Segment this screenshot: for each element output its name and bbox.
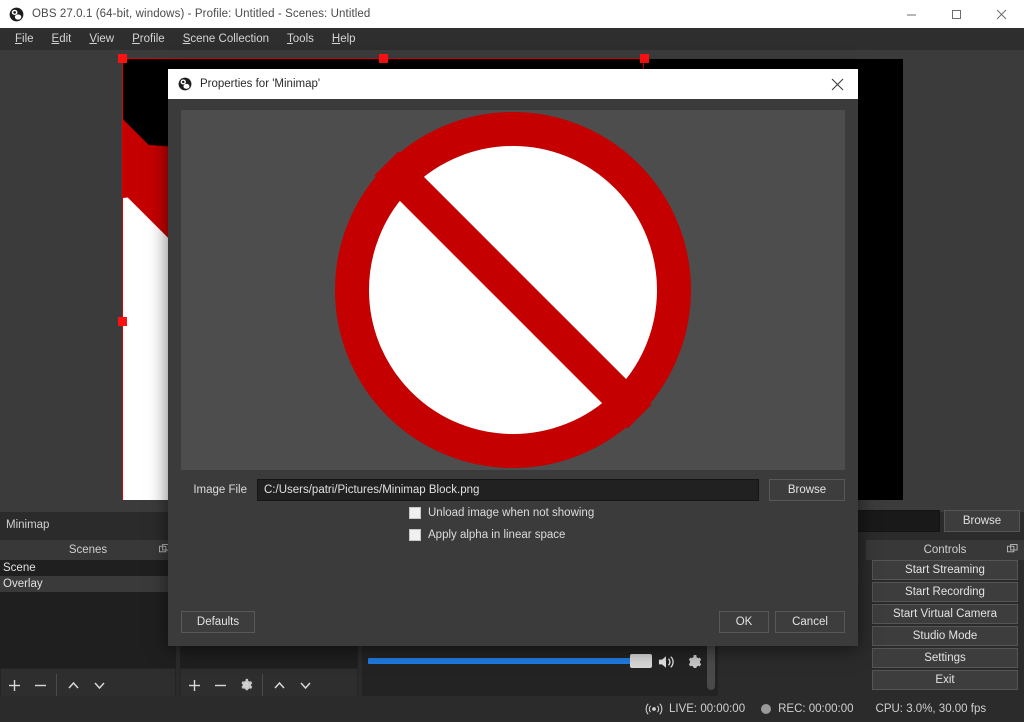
handle-middle-left[interactable] [118,317,127,326]
obs-logo-icon [9,7,24,22]
record-dot-icon [761,704,771,714]
dialog-close-button[interactable] [816,69,858,99]
volume-slider-handle[interactable] [630,654,652,668]
image-file-row: Image File C:/Users/patri/Pictures/Minim… [181,479,845,501]
start-streaming-button[interactable]: Start Streaming [872,560,1018,580]
cancel-button[interactable]: Cancel [775,611,845,633]
broadcast-icon [645,702,663,716]
scene-label: Scene [3,562,36,574]
menu-edit[interactable]: Edit [43,30,81,48]
menu-view[interactable]: View [80,30,123,48]
apply-alpha-checkbox-row[interactable]: Apply alpha in linear space [409,529,565,541]
window-controls [889,0,1024,28]
live-status: LIVE: 00:00:00 [645,702,745,716]
toolbar-divider [262,674,263,696]
controls-dock-title: Controls [924,544,967,556]
menu-tools[interactable]: Tools [278,30,323,48]
start-recording-button[interactable]: Start Recording [872,582,1018,602]
apply-alpha-checkbox[interactable] [409,529,421,541]
handle-top-center[interactable] [379,54,388,63]
mixer-settings-gear-icon[interactable] [686,654,702,670]
studio-mode-button[interactable]: Studio Mode [872,626,1018,646]
image-preview [181,110,845,470]
rec-status: REC: 00:00:00 [761,703,853,715]
ok-button[interactable]: OK [719,611,769,633]
dialog-title-bar: Properties for 'Minimap' [168,69,858,99]
image-file-input[interactable]: C:/Users/patri/Pictures/Minimap Block.pn… [257,479,759,501]
close-button[interactable] [979,0,1024,28]
menu-bar: FFileile Edit View Profile Scene Collect… [0,28,1024,50]
title-bar: OBS 27.0.1 (64-bit, windows) - Profile: … [0,0,1024,28]
menu-help[interactable]: Help [323,30,365,48]
menu-profile[interactable]: Profile [123,30,174,48]
controls-dock-header: Controls [866,540,1024,560]
speaker-on-icon[interactable] [658,654,677,670]
properties-dialog: Properties for 'Minimap' Image File C:/U… [168,69,858,646]
menu-file[interactable]: FFileile [6,30,43,48]
minimize-button[interactable] [889,0,934,28]
unload-image-checkbox[interactable] [409,507,421,519]
scenes-dock-title: Scenes [69,544,107,556]
scene-label: Overlay [3,578,43,590]
settings-button[interactable]: Settings [872,648,1018,668]
unload-image-label: Unload image when not showing [428,507,594,519]
image-browse-button[interactable]: Browse [769,479,845,501]
undock-icon[interactable] [1007,544,1018,555]
obs-logo-icon [178,77,192,91]
start-virtual-camera-button[interactable]: Start Virtual Camera [872,604,1018,624]
background-browse-button[interactable]: Browse [944,510,1020,532]
scenes-dock-header: Scenes [0,540,176,560]
toolbar-divider [56,674,57,696]
image-file-label: Image File [181,484,247,496]
live-timer: LIVE: 00:00:00 [669,703,745,715]
unload-image-checkbox-row[interactable]: Unload image when not showing [409,507,594,519]
maximize-button[interactable] [934,0,979,28]
source-name-label: Minimap [0,512,176,538]
list-item[interactable]: Scene [0,560,176,576]
dialog-footer: Defaults OK Cancel [168,604,858,646]
menu-scene-collection[interactable]: Scene Collection [174,30,278,48]
window-title: OBS 27.0.1 (64-bit, windows) - Profile: … [32,8,370,20]
exit-button[interactable]: Exit [872,670,1018,690]
obs-main-window: OBS 27.0.1 (64-bit, windows) - Profile: … [0,0,1024,722]
cpu-usage-label: CPU: 3.0%, 30.00 fps [876,703,987,715]
defaults-button[interactable]: Defaults [181,611,255,633]
status-bar: LIVE: 00:00:00 REC: 00:00:00 CPU: 3.0%, … [0,696,1024,722]
scenes-list[interactable]: Scene Overlay [0,560,176,668]
handle-top-right[interactable] [640,54,649,63]
dialog-title: Properties for 'Minimap' [200,78,320,90]
apply-alpha-label: Apply alpha in linear space [428,529,565,541]
rec-timer: REC: 00:00:00 [778,703,853,715]
controls-panel: Start Streaming Start Recording Start Vi… [866,560,1024,696]
list-item[interactable]: Overlay [0,576,176,592]
handle-top-left[interactable] [118,54,127,63]
volume-slider[interactable] [368,658,640,664]
